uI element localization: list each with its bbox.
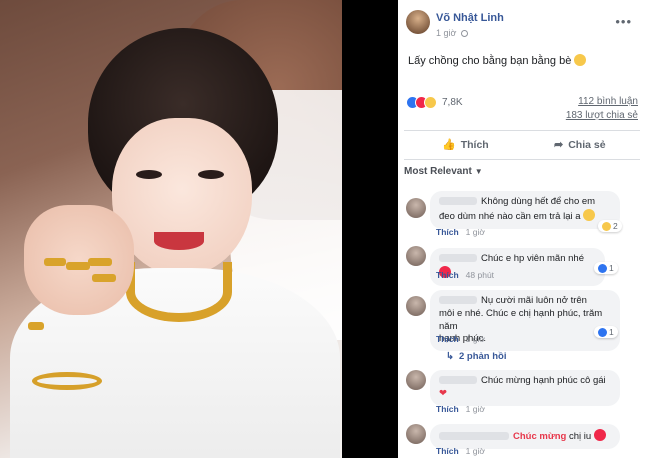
comment-meta: Thích 1 giờ [436,446,485,456]
like-reaction-icon [598,328,607,337]
post-meta: 1 giờ [436,28,468,38]
photo-bangle [32,372,102,390]
commenter-name[interactable] [439,432,509,440]
commenter-avatar[interactable] [406,424,426,444]
share-button[interactable]: ➦ Chia sẻ [554,138,606,151]
comment-like-link[interactable]: Thích [436,270,459,280]
tongue-emoji-icon [574,54,587,66]
comment-like-link[interactable]: Thích [436,227,459,237]
photo-hand [24,205,134,315]
photo-eye-left [136,170,162,179]
globe-icon [460,30,468,37]
photo-eye-right [198,170,224,179]
author-avatar[interactable] [406,10,430,34]
caption-text: Lấy chồng cho bằng bạn bằng bè [408,55,572,67]
photo-ring [28,322,44,330]
like-reaction-icon [598,264,607,273]
post-time[interactable]: 1 giờ [436,28,456,38]
comment-time[interactable]: 1 giờ [466,227,485,237]
comment-text: Nụ cười mãi luôn nở trên [481,295,587,306]
commenter-name[interactable] [439,296,477,304]
author-name[interactable]: Võ Nhật Linh [436,12,504,24]
post-stats: 7,8K 112 bình luận 183 lượt chia sẻ [406,96,638,126]
comment-time[interactable]: 1 giờ [466,334,485,344]
comment-text: Chúc e hp viên mãn nhé [481,253,584,264]
comment-text: chị iu [568,431,592,442]
commenter-avatar[interactable] [406,296,426,316]
comment-bubble: Chúc mừng hạnh phúc cô gái ❤ [430,370,620,406]
caret-down-icon: ▼ [474,167,483,176]
photo-ring [88,258,112,266]
post-photo[interactable] [0,0,342,458]
comment-time[interactable]: 1 giờ [466,404,485,414]
comment-reactions[interactable]: 2 [598,220,622,232]
comment-bubble: Không dùng hết để cho em đeo dùm nhé nào… [430,191,620,229]
commenter-avatar[interactable] [406,370,426,390]
post-caption: Lấy chồng cho bằng bạn bằng bè [408,54,587,67]
commenter-name[interactable] [439,254,477,262]
photo-smile [154,232,204,250]
thumbs-up-icon: 👍 [442,139,456,151]
comment-text: môi e nhé. Chúc e chị hạnh phúc, trăm nă… [439,307,603,332]
red-heart-emoji-icon: ❤ [439,387,447,399]
comment-text: Chúc mừng hạnh phúc cô gái [481,375,606,386]
commenter-avatar[interactable] [406,246,426,266]
comment-time[interactable]: 1 giờ [466,446,485,456]
share-label: Chia sẻ [568,139,606,151]
comment-text: đeo dùm nhé nào cần em trả lại a [439,210,581,222]
comment-meta: Thích 1 giờ [436,404,485,414]
comment-meta: Thích 48 phút [436,270,494,280]
reply-arrow-icon: ↳ [446,351,454,362]
like-label: Thích [460,139,489,151]
comment-text: Không dùng hết để cho em [481,196,596,207]
photo-necklace [126,262,232,322]
comment-meta: Thích 1 giờ [436,227,485,237]
photo-backdrop [342,0,398,458]
comments-count[interactable]: 112 bình luận [578,96,638,107]
shares-count[interactable]: 183 lượt chia sẻ [566,110,638,121]
comment-reactions[interactable]: 1 [594,262,618,274]
haha-reaction-icon [602,222,611,231]
photo-ring [66,262,90,270]
heart-eyes-emoji-icon [593,429,606,441]
comment-reactions[interactable]: 1 [594,326,618,338]
comment-like-link[interactable]: Thích [436,446,459,456]
comment-meta: Thích 1 giờ [436,334,485,344]
comment-time[interactable]: 48 phút [466,270,494,280]
reaction-count[interactable]: 7,8K [442,97,463,108]
sweat-emoji-icon [583,208,596,221]
like-button[interactable]: 👍 Thích [442,138,489,151]
commenter-avatar[interactable] [406,198,426,218]
comment-like-link[interactable]: Thích [436,334,459,344]
photo-ring [92,274,116,282]
post-actions: 👍 Thích ➦ Chia sẻ [404,130,640,160]
comment-sort-dropdown[interactable]: Most Relevant ▼ [404,166,483,177]
comment-like-link[interactable]: Thích [436,404,459,414]
sort-label: Most Relevant [404,166,472,177]
commenter-name[interactable] [439,197,477,205]
view-replies-link[interactable]: ↳ 2 phản hồi [446,351,506,362]
comment-text-highlight: Chúc mừng [513,431,567,442]
photo-ring [44,258,66,266]
more-options-icon[interactable]: ••• [615,14,632,29]
post-panel: Võ Nhật Linh 1 giờ ••• Lấy chồng cho bằn… [398,0,645,458]
commenter-name[interactable] [439,376,477,384]
share-arrow-icon: ➦ [554,139,564,151]
haha-reaction-icon [424,96,437,109]
post-header: Võ Nhật Linh 1 giờ ••• [406,8,636,44]
